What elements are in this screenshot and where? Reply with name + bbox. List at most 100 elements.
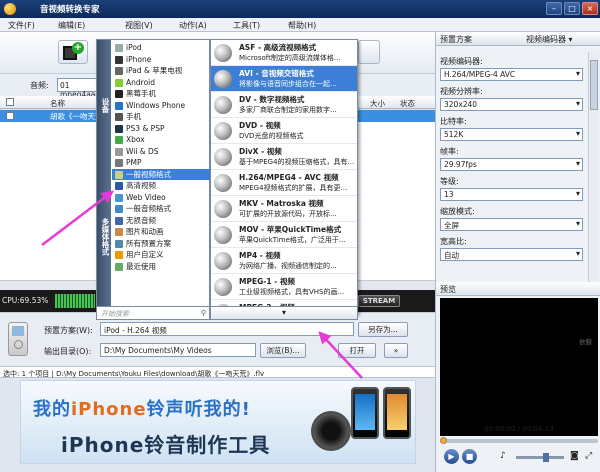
restore-button[interactable]: □	[564, 2, 580, 15]
category-icon	[115, 216, 123, 225]
video-encoder-select[interactable]: H.264/MPEG-4 AVC	[440, 68, 583, 81]
seek-thumb[interactable]	[440, 437, 447, 444]
format-category-item[interactable]: Windows Phone	[112, 100, 210, 112]
field-label: 缩放模式:	[440, 207, 475, 216]
category-label: iPod	[126, 43, 142, 52]
menu-help[interactable]: 帮助(H)	[288, 20, 316, 31]
level-select[interactable]: 13	[440, 188, 583, 201]
format-category-item[interactable]: Wii & DS	[112, 146, 210, 158]
fullscreen-icon[interactable]: ⤢	[585, 451, 592, 461]
volume-slider[interactable]	[516, 453, 564, 462]
minimize-button[interactable]: –	[546, 2, 562, 15]
format-option[interactable]: DivX - 视频 基于MPEG4的视频压缩格式，具有...	[211, 144, 357, 170]
category-icon	[115, 159, 123, 167]
format-category-item[interactable]: iPad & 苹果电视	[112, 65, 210, 77]
magnifier-icon[interactable]: ⚲	[201, 309, 206, 317]
menu-file[interactable]: 文件(F)	[8, 20, 35, 31]
ad-banner[interactable]: 我的iPhone铃声听我的! iPhone铃音制作工具	[20, 380, 416, 464]
banner-line-1: 我的iPhone铃声听我的!	[33, 395, 251, 421]
format-category-item[interactable]: iPod	[112, 42, 210, 54]
selection-status-bar: 选中: 1 个项目 | D:\My Documents\Youku Files\…	[0, 366, 435, 378]
preset-label: 预置方案(W):	[44, 326, 93, 335]
format-option[interactable]: MOV - 苹果QuickTime格式 苹果QuickTime格式，广泛用于...	[211, 222, 357, 248]
format-category-item[interactable]: Android	[112, 77, 210, 89]
category-icon	[115, 147, 123, 156]
category-label: iPad & 苹果电视	[126, 66, 183, 75]
format-option[interactable]: AVI - 音视频交错格式 将影像与语音同步组合在一起...	[211, 66, 357, 92]
format-category-item[interactable]: iPhone	[112, 54, 210, 66]
disc-icon	[214, 122, 232, 140]
format-description: 苹果QuickTime格式，广泛用于...	[239, 236, 346, 244]
format-option[interactable]: H.264/MPEG4 - AVC 视频 MPEG4视频格式的扩展，具有更...	[211, 170, 357, 196]
stream-button[interactable]: STREAM	[358, 295, 400, 307]
select-all-checkbox[interactable]	[6, 98, 14, 106]
aspect-ratio-select[interactable]: 自动	[440, 248, 583, 261]
format-option[interactable]: MPEG-1 - 视频 工业级视频格式，具有VHS的画...	[211, 274, 357, 300]
disc-icon	[214, 96, 232, 114]
format-category-item[interactable]: 高清视频	[112, 180, 210, 192]
submenu-more-button[interactable]: ▾	[210, 306, 358, 320]
format-option[interactable]: MKV - Matroska 视频 可扩展的开放源代码，开放标...	[211, 196, 357, 222]
format-category-item[interactable]: 用户自定义	[112, 249, 210, 261]
format-category-item[interactable]: 一般视频格式	[112, 168, 210, 180]
format-option[interactable]: ASF - 高级流视频格式 Microsoft制定的高级流媒体格...	[211, 40, 357, 66]
add-file-button[interactable]: +	[58, 40, 88, 64]
play-button[interactable]: ▶	[444, 449, 459, 464]
output-dir-field[interactable]: D:\My Documents\My Videos	[100, 343, 256, 357]
toolbar-right-button[interactable]	[358, 40, 380, 64]
category-icon	[115, 182, 123, 190]
audio-track-select[interactable]: 01 mpeg4aac	[57, 78, 100, 99]
framerate-select[interactable]: 29.97fps	[440, 158, 583, 171]
resolution-select[interactable]: 320x240	[440, 98, 583, 111]
settings-selector[interactable]: 视频编码器 ▾	[526, 34, 573, 45]
format-category-item[interactable]: 一般音频格式	[112, 203, 210, 215]
format-category-item[interactable]: 黑莓手机	[112, 88, 210, 100]
format-option[interactable]: DVD - 视频 DVD光盘的视频格式	[211, 118, 357, 144]
format-category-item[interactable]: PS3 & PSP	[112, 123, 210, 135]
category-label: 最近使用	[126, 261, 156, 271]
settings-title: 预置方案	[440, 35, 472, 44]
column-status[interactable]: 状态	[400, 98, 415, 109]
column-name[interactable]: 名称	[50, 98, 65, 109]
menu-edit[interactable]: 编辑(E)	[58, 20, 85, 31]
format-category-item[interactable]: PMP	[112, 157, 210, 169]
category-icon	[115, 262, 123, 271]
format-category-item[interactable]: Xbox	[112, 134, 210, 146]
category-icon	[115, 67, 123, 75]
menu-tools[interactable]: 工具(T)	[233, 20, 260, 31]
category-label: Wii & DS	[126, 146, 159, 156]
format-title: AVI - 音视频交错格式	[239, 69, 314, 78]
format-category-item[interactable]: 最近使用	[112, 261, 210, 273]
volume-thumb[interactable]	[543, 453, 550, 462]
settings-scrollbar[interactable]	[588, 52, 599, 282]
format-category-item[interactable]: 所有预置方案	[112, 238, 210, 250]
menu-search-input[interactable]: 开始搜索 ⚲	[96, 306, 210, 320]
browse-button[interactable]: 浏览(B)...	[260, 343, 306, 358]
column-size[interactable]: 大小	[370, 98, 385, 109]
camera-icon[interactable]: ◙	[570, 451, 579, 461]
open-button[interactable]: 打开	[338, 343, 376, 358]
stop-button[interactable]: ■	[462, 449, 477, 464]
convert-options-button[interactable]: »	[384, 343, 408, 358]
format-option[interactable]: MP4 - 视频 为网络广播、视频通信制定的...	[211, 248, 357, 274]
bitrate-select[interactable]: 512K	[440, 128, 583, 141]
format-title: MP4 - 视频	[239, 251, 281, 260]
app-logo-icon	[4, 3, 16, 15]
format-category-item[interactable]: 手机	[112, 111, 210, 123]
row-checkbox[interactable]	[6, 112, 14, 120]
seek-bar[interactable]	[440, 437, 598, 444]
title-bar: 音视频转换专家 – □ ×	[0, 0, 600, 18]
format-title: H.264/MPEG4 - AVC 视频	[239, 173, 339, 182]
format-category-item[interactable]: 无损音频	[112, 215, 210, 227]
preset-select[interactable]: iPod - H.264 视频	[100, 322, 354, 336]
menu-view[interactable]: 视图(V)	[125, 20, 153, 31]
menu-action[interactable]: 动作(A)	[179, 20, 207, 31]
format-option[interactable]: DV - 数字视频格式 多家厂商联合制定的家用数字...	[211, 92, 357, 118]
format-category-item[interactable]: 图片和动画	[112, 226, 210, 238]
side-label-media: 多媒体格式	[101, 218, 110, 256]
scale-mode-select[interactable]: 全屏	[440, 218, 583, 231]
close-button[interactable]: ×	[582, 2, 598, 15]
volume-icon: ♪	[500, 451, 506, 461]
format-category-item[interactable]: Web Video	[112, 192, 210, 204]
save-as-button[interactable]: 另存为...	[358, 322, 408, 337]
